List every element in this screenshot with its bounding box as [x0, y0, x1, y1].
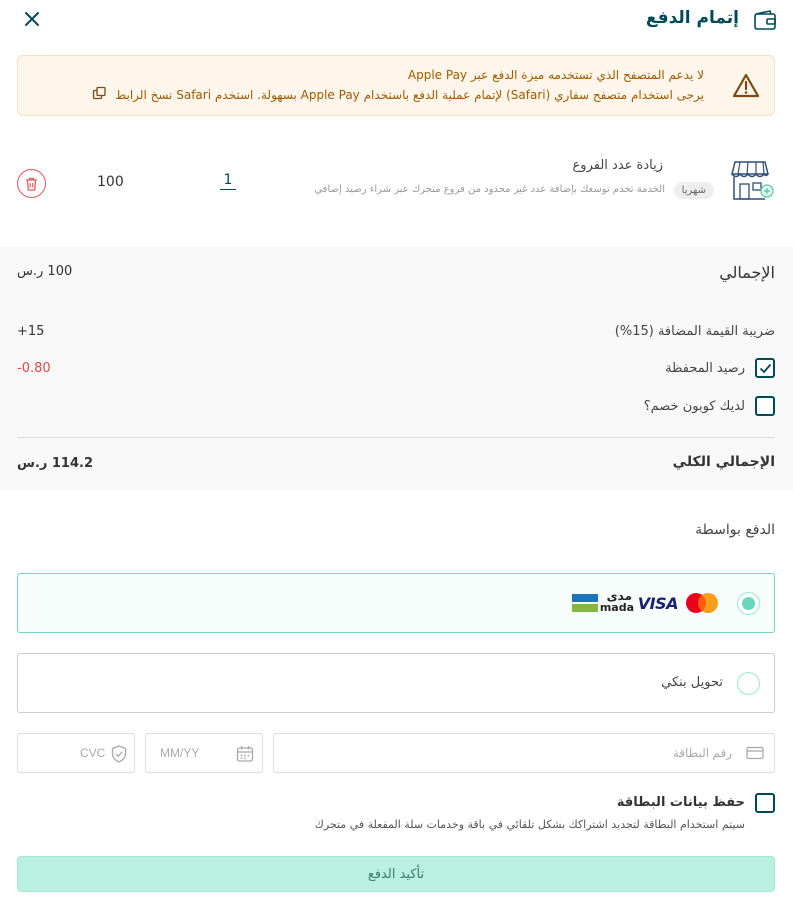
- mada-logo: مدى mada: [572, 589, 634, 615]
- subtotal-label: الإجمالي: [719, 263, 775, 282]
- calendar-icon: [236, 746, 254, 762]
- delete-item-button[interactable]: [17, 169, 46, 198]
- bank-transfer-radio[interactable]: [737, 672, 760, 695]
- coupon-label: لديك كوبون خصم؟: [643, 399, 745, 414]
- confirm-payment-button[interactable]: تأكيد الدفع: [17, 856, 775, 892]
- close-icon[interactable]: [22, 9, 42, 29]
- page-title: إتمام الدفع: [645, 8, 739, 28]
- card-radio[interactable]: [737, 592, 760, 615]
- wallet-balance-label: رصيد المحفظة: [665, 361, 745, 376]
- credit-card-icon: [746, 746, 764, 760]
- total-value: 114.2 ر.س: [17, 456, 94, 471]
- save-card-label: حفظ بيانات البطاقة: [616, 795, 745, 810]
- expiry-field[interactable]: [145, 733, 263, 773]
- cvc-field[interactable]: [17, 733, 135, 773]
- apple-pay-alert: لا يدعم المتصفح الذي تستخدمه ميزة الدفع …: [17, 55, 775, 116]
- copy-icon[interactable]: [92, 86, 107, 101]
- wallet-icon: [754, 10, 776, 30]
- item-price: 100: [97, 174, 124, 190]
- item-title: زيادة عدد الفروع: [572, 158, 663, 173]
- expiry-input[interactable]: [160, 734, 230, 772]
- bank-transfer-label: تحويل بنكي: [661, 675, 723, 690]
- alert-message: لا يدعم المتصفح الذي تستخدمه ميزة الدفع …: [407, 68, 704, 82]
- card-number-input[interactable]: [312, 734, 732, 772]
- wallet-balance-value: -0.80: [17, 361, 51, 376]
- visa-logo: VISA: [637, 594, 679, 613]
- save-card-note: سيتم استخدام البطاقة لتجديد اشتراكك بشكل…: [314, 818, 745, 831]
- wallet-balance-checkbox[interactable]: [755, 358, 775, 378]
- mastercard-logo: [686, 593, 718, 613]
- checkmark-icon: [759, 363, 771, 373]
- billing-period-badge: شهريا: [673, 182, 714, 199]
- payment-option-bank-transfer[interactable]: تحويل بنكي: [17, 653, 775, 713]
- payment-option-card[interactable]: VISA مدى mada: [17, 573, 775, 633]
- mada-bar-blue: [572, 594, 598, 602]
- shield-check-icon: [111, 745, 127, 763]
- card-number-field[interactable]: [273, 733, 775, 773]
- subtotal-value: 100 ر.س: [17, 264, 73, 279]
- quantity-field[interactable]: 1: [220, 172, 236, 190]
- vat-value: +15: [17, 324, 45, 339]
- vat-label: ضريبة القيمة المضافة (15%): [614, 324, 775, 339]
- item-description: الخدمة تخدم توسعك بإضافة عدد غير محدود م…: [314, 184, 665, 195]
- mada-bar-green: [572, 604, 598, 612]
- warning-icon: [732, 73, 760, 98]
- trash-icon: [26, 177, 37, 191]
- total-label: الإجمالي الكلي: [672, 454, 775, 470]
- save-card-checkbox[interactable]: [755, 793, 775, 813]
- mada-text-en: mada: [599, 601, 634, 614]
- payment-method-title: الدفع بواسطة: [695, 522, 775, 538]
- divider: [17, 437, 775, 438]
- store-add-icon: [731, 161, 774, 200]
- alert-instructions: يرجى استخدام متصفح سفاري (Safari) لإتمام…: [115, 88, 704, 102]
- coupon-checkbox[interactable]: [755, 396, 775, 416]
- order-summary: الإجمالي 100 ر.س ضريبة القيمة المضافة (1…: [0, 247, 793, 490]
- radio-selected-dot: [742, 597, 755, 610]
